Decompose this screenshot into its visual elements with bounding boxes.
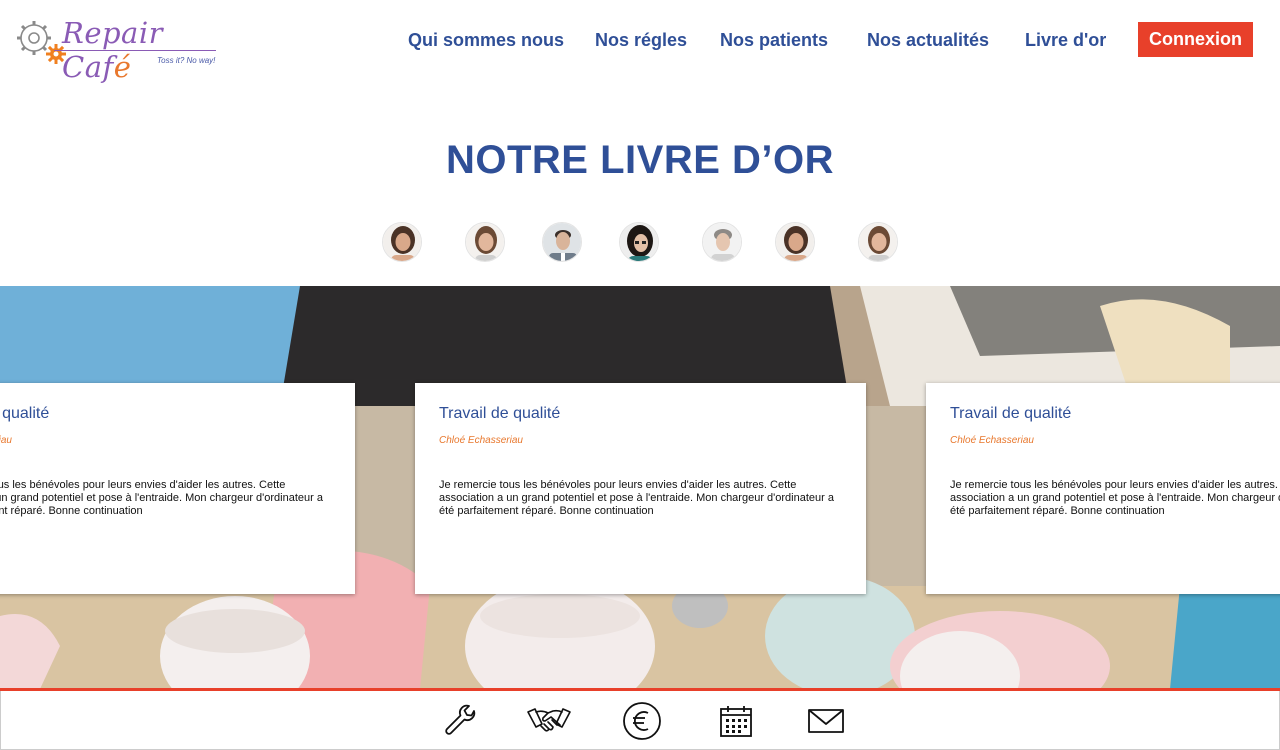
testimonial-card: Travail de qualité Chloé Echasseriau Je … — [415, 383, 866, 594]
testimonial-card: Travail de qualité Chloé Echasseriau Je … — [0, 383, 355, 594]
avatar[interactable] — [619, 222, 659, 262]
testimonial-author: Chloé Echasseriau — [950, 435, 1034, 446]
nav-nos-actualites[interactable]: Nos actualités — [867, 28, 989, 52]
footer-icon-bar — [0, 691, 1280, 750]
logo-tagline: Toss it? No way! — [157, 56, 216, 65]
testimonial-title: Travail de qualité — [0, 405, 50, 422]
testimonial-author: Chloé Echasseriau — [439, 435, 523, 446]
testimonial-title: Travail de qualité — [439, 405, 561, 422]
euro-icon[interactable] — [622, 702, 662, 740]
avatar-carousel — [0, 222, 1280, 262]
avatar[interactable] — [702, 222, 742, 262]
testimonial-text: Je remercie tous les bénévoles pour leur… — [950, 479, 1280, 517]
site-header: Repair Café Toss it? No way! Qui sommes … — [0, 0, 1280, 84]
wrench-icon[interactable] — [441, 702, 481, 740]
nav-nos-regles[interactable]: Nos régles — [595, 28, 687, 52]
handshake-icon[interactable] — [526, 702, 572, 740]
testimonial-card: Travail de qualité Chloé Echasseriau Je … — [926, 383, 1280, 594]
main-nav: Qui sommes nous Nos régles Nos patients … — [0, 28, 1280, 52]
page-title: NOTRE LIVRE D’OR — [445, 138, 835, 182]
avatar[interactable] — [382, 222, 422, 262]
mail-icon[interactable] — [806, 702, 846, 740]
avatar[interactable] — [775, 222, 815, 262]
avatar[interactable] — [858, 222, 898, 262]
nav-qui-sommes-nous[interactable]: Qui sommes nous — [408, 28, 564, 52]
avatar[interactable] — [542, 222, 582, 262]
testimonial-hero: Travail de qualité Chloé Echasseriau Je … — [0, 286, 1280, 689]
testimonial-text: Je remercie tous les bénévoles pour leur… — [0, 479, 323, 517]
avatar[interactable] — [465, 222, 505, 262]
testimonial-text: Je remercie tous les bénévoles pour leur… — [439, 479, 834, 517]
calendar-icon[interactable] — [716, 702, 756, 740]
connexion-button[interactable]: Connexion — [1138, 22, 1253, 57]
testimonial-author: Chloé Echasseriau — [0, 435, 12, 446]
nav-nos-patients[interactable]: Nos patients — [720, 28, 828, 52]
nav-livre-dor[interactable]: Livre d'or — [1025, 28, 1106, 52]
testimonial-title: Travail de qualité — [950, 405, 1072, 422]
